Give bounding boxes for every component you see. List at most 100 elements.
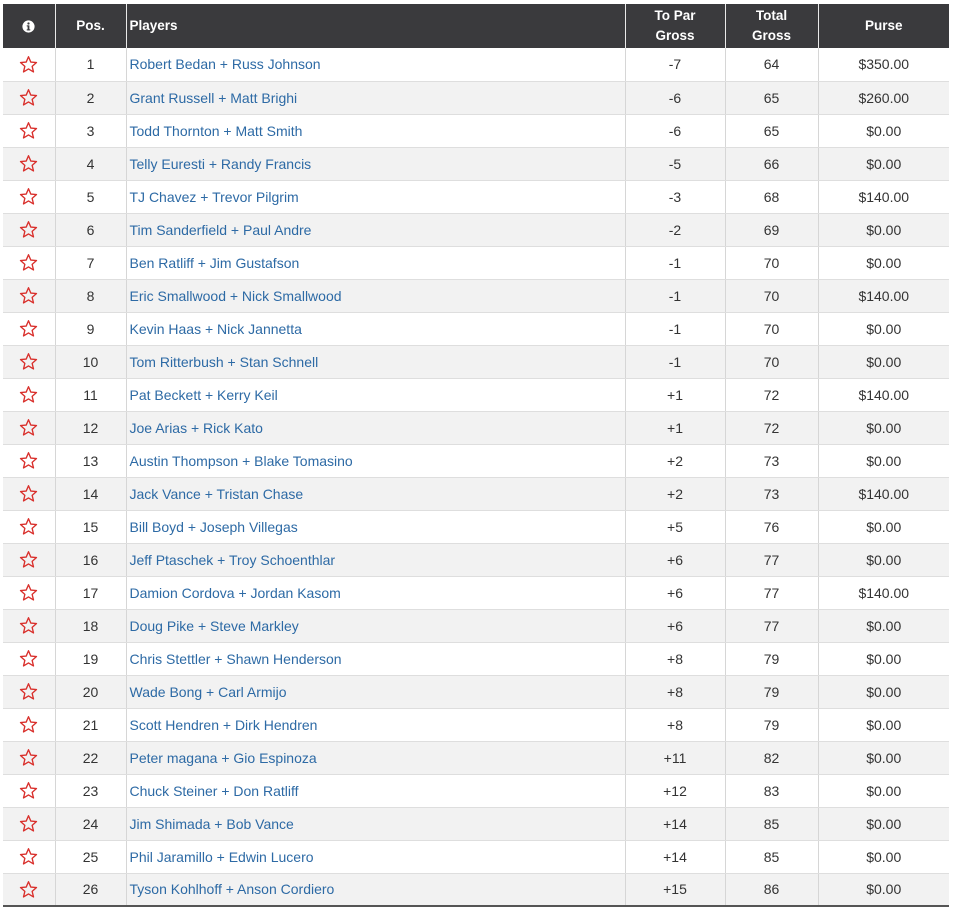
players-link[interactable]: Austin Thompson + Blake Tomasino bbox=[130, 453, 353, 469]
star-outline-icon[interactable] bbox=[19, 550, 38, 569]
star-outline-icon[interactable] bbox=[19, 847, 38, 866]
star-outline-icon[interactable] bbox=[19, 220, 38, 239]
table-row: 26 Tyson Kohlhoff + Anson Cordiero +15 86 $0… bbox=[3, 873, 949, 907]
purse-cell: $0.00 bbox=[818, 345, 949, 379]
total-cell: 64 bbox=[725, 48, 819, 82]
purse-cell: $0.00 bbox=[818, 708, 949, 742]
players-link[interactable]: Chris Stettler + Shawn Henderson bbox=[130, 651, 342, 667]
purse-cell: $0.00 bbox=[818, 411, 949, 445]
favorite-cell bbox=[3, 510, 56, 544]
star-outline-icon[interactable] bbox=[19, 385, 38, 404]
players-link[interactable]: Kevin Haas + Nick Jannetta bbox=[130, 321, 302, 337]
star-outline-icon[interactable] bbox=[19, 121, 38, 140]
star-outline-icon[interactable] bbox=[19, 55, 38, 74]
pos-cell: 8 bbox=[55, 279, 127, 313]
star-outline-icon[interactable] bbox=[19, 286, 38, 305]
favorite-cell bbox=[3, 312, 56, 346]
header-purse[interactable]: Purse bbox=[818, 4, 949, 48]
purse-cell: $350.00 bbox=[818, 48, 949, 82]
pos-cell: 25 bbox=[55, 840, 127, 874]
players-link[interactable]: Eric Smallwood + Nick Smallwood bbox=[130, 288, 342, 304]
header-to-par-gross[interactable]: To Par Gross bbox=[625, 4, 726, 48]
players-cell: Telly Euresti + Randy Francis bbox=[126, 147, 626, 181]
star-outline-icon[interactable] bbox=[19, 748, 38, 767]
players-link[interactable]: Jack Vance + Tristan Chase bbox=[130, 486, 304, 502]
header-pos[interactable]: Pos. bbox=[55, 4, 127, 48]
purse-cell: $0.00 bbox=[818, 840, 949, 874]
star-outline-icon[interactable] bbox=[19, 583, 38, 602]
star-outline-icon[interactable] bbox=[19, 154, 38, 173]
total-cell: 65 bbox=[725, 81, 819, 115]
to-par-cell: -3 bbox=[625, 180, 726, 214]
star-outline-icon[interactable] bbox=[19, 319, 38, 338]
to-par-cell: -1 bbox=[625, 246, 726, 280]
info-circle-icon[interactable] bbox=[22, 20, 35, 33]
star-outline-icon[interactable] bbox=[19, 451, 38, 470]
players-link[interactable]: Jim Shimada + Bob Vance bbox=[130, 816, 294, 832]
header-purse-label: Purse bbox=[864, 18, 903, 33]
total-cell: 70 bbox=[725, 246, 819, 280]
star-outline-icon[interactable] bbox=[19, 880, 38, 899]
to-par-cell: -6 bbox=[625, 81, 726, 115]
star-outline-icon[interactable] bbox=[19, 814, 38, 833]
header-total-gross[interactable]: Total Gross bbox=[725, 4, 819, 48]
players-link[interactable]: TJ Chavez + Trevor Pilgrim bbox=[130, 189, 299, 205]
favorite-cell bbox=[3, 840, 56, 874]
favorite-cell bbox=[3, 675, 56, 709]
star-outline-icon[interactable] bbox=[19, 187, 38, 206]
star-outline-icon[interactable] bbox=[19, 517, 38, 536]
star-outline-icon[interactable] bbox=[19, 715, 38, 734]
star-outline-icon[interactable] bbox=[19, 418, 38, 437]
players-link[interactable]: Doug Pike + Steve Markley bbox=[130, 618, 299, 634]
players-link[interactable]: Ben Ratliff + Jim Gustafson bbox=[130, 255, 300, 271]
players-link[interactable]: Scott Hendren + Dirk Hendren bbox=[130, 717, 318, 733]
purse-cell: $0.00 bbox=[818, 642, 949, 676]
players-link[interactable]: Peter magana + Gio Espinoza bbox=[130, 750, 317, 766]
pos-cell: 7 bbox=[55, 246, 127, 280]
players-link[interactable]: Pat Beckett + Kerry Keil bbox=[130, 387, 278, 403]
players-link[interactable]: Telly Euresti + Randy Francis bbox=[130, 156, 312, 172]
purse-cell: $140.00 bbox=[818, 477, 949, 511]
star-outline-icon[interactable] bbox=[19, 616, 38, 635]
purse-cell: $140.00 bbox=[818, 378, 949, 412]
players-link[interactable]: Tim Sanderfield + Paul Andre bbox=[130, 222, 312, 238]
players-link[interactable]: Chuck Steiner + Don Ratliff bbox=[130, 783, 299, 799]
players-link[interactable]: Jeff Ptaschek + Troy Schoenthlar bbox=[130, 552, 336, 568]
players-link[interactable]: Bill Boyd + Joseph Villegas bbox=[130, 519, 298, 535]
to-par-cell: -1 bbox=[625, 312, 726, 346]
star-outline-icon[interactable] bbox=[19, 649, 38, 668]
total-cell: 69 bbox=[725, 213, 819, 247]
table-row: 21 Scott Hendren + Dirk Hendren +8 79 $0.00 bbox=[3, 708, 949, 742]
players-cell: Damion Cordova + Jordan Kasom bbox=[126, 576, 626, 610]
players-link[interactable]: Phil Jaramillo + Edwin Lucero bbox=[130, 849, 314, 865]
star-outline-icon[interactable] bbox=[19, 781, 38, 800]
players-link[interactable]: Tyson Kohlhoff + Anson Cordiero bbox=[130, 881, 335, 897]
star-outline-icon[interactable] bbox=[19, 253, 38, 272]
header-info[interactable] bbox=[3, 4, 56, 48]
players-cell: Austin Thompson + Blake Tomasino bbox=[126, 444, 626, 478]
purse-cell: $0.00 bbox=[818, 246, 949, 280]
favorite-cell bbox=[3, 246, 56, 280]
star-outline-icon[interactable] bbox=[19, 352, 38, 371]
to-par-cell: +8 bbox=[625, 675, 726, 709]
table-row: 16 Jeff Ptaschek + Troy Schoenthlar +6 77 $0… bbox=[3, 543, 949, 577]
star-outline-icon[interactable] bbox=[19, 88, 38, 107]
players-link[interactable]: Robert Bedan + Russ Johnson bbox=[130, 56, 321, 72]
players-link[interactable]: Joe Arias + Rick Kato bbox=[130, 420, 263, 436]
star-outline-icon[interactable] bbox=[19, 484, 38, 503]
players-link[interactable]: Grant Russell + Matt Brighi bbox=[130, 90, 298, 106]
players-link[interactable]: Todd Thornton + Matt Smith bbox=[130, 123, 303, 139]
pos-cell: 1 bbox=[55, 48, 127, 82]
purse-cell: $0.00 bbox=[818, 873, 949, 907]
table-row: 20 Wade Bong + Carl Armijo +8 79 $0.00 bbox=[3, 675, 949, 709]
favorite-cell bbox=[3, 180, 56, 214]
header-players[interactable]: Players bbox=[126, 4, 626, 48]
players-link[interactable]: Wade Bong + Carl Armijo bbox=[130, 684, 287, 700]
table-row: 14 Jack Vance + Tristan Chase +2 73 $140.00 bbox=[3, 477, 949, 511]
pos-cell: 11 bbox=[55, 378, 127, 412]
purse-cell: $0.00 bbox=[818, 675, 949, 709]
total-cell: 66 bbox=[725, 147, 819, 181]
players-link[interactable]: Tom Ritterbush + Stan Schnell bbox=[130, 354, 319, 370]
star-outline-icon[interactable] bbox=[19, 682, 38, 701]
players-link[interactable]: Damion Cordova + Jordan Kasom bbox=[130, 585, 341, 601]
